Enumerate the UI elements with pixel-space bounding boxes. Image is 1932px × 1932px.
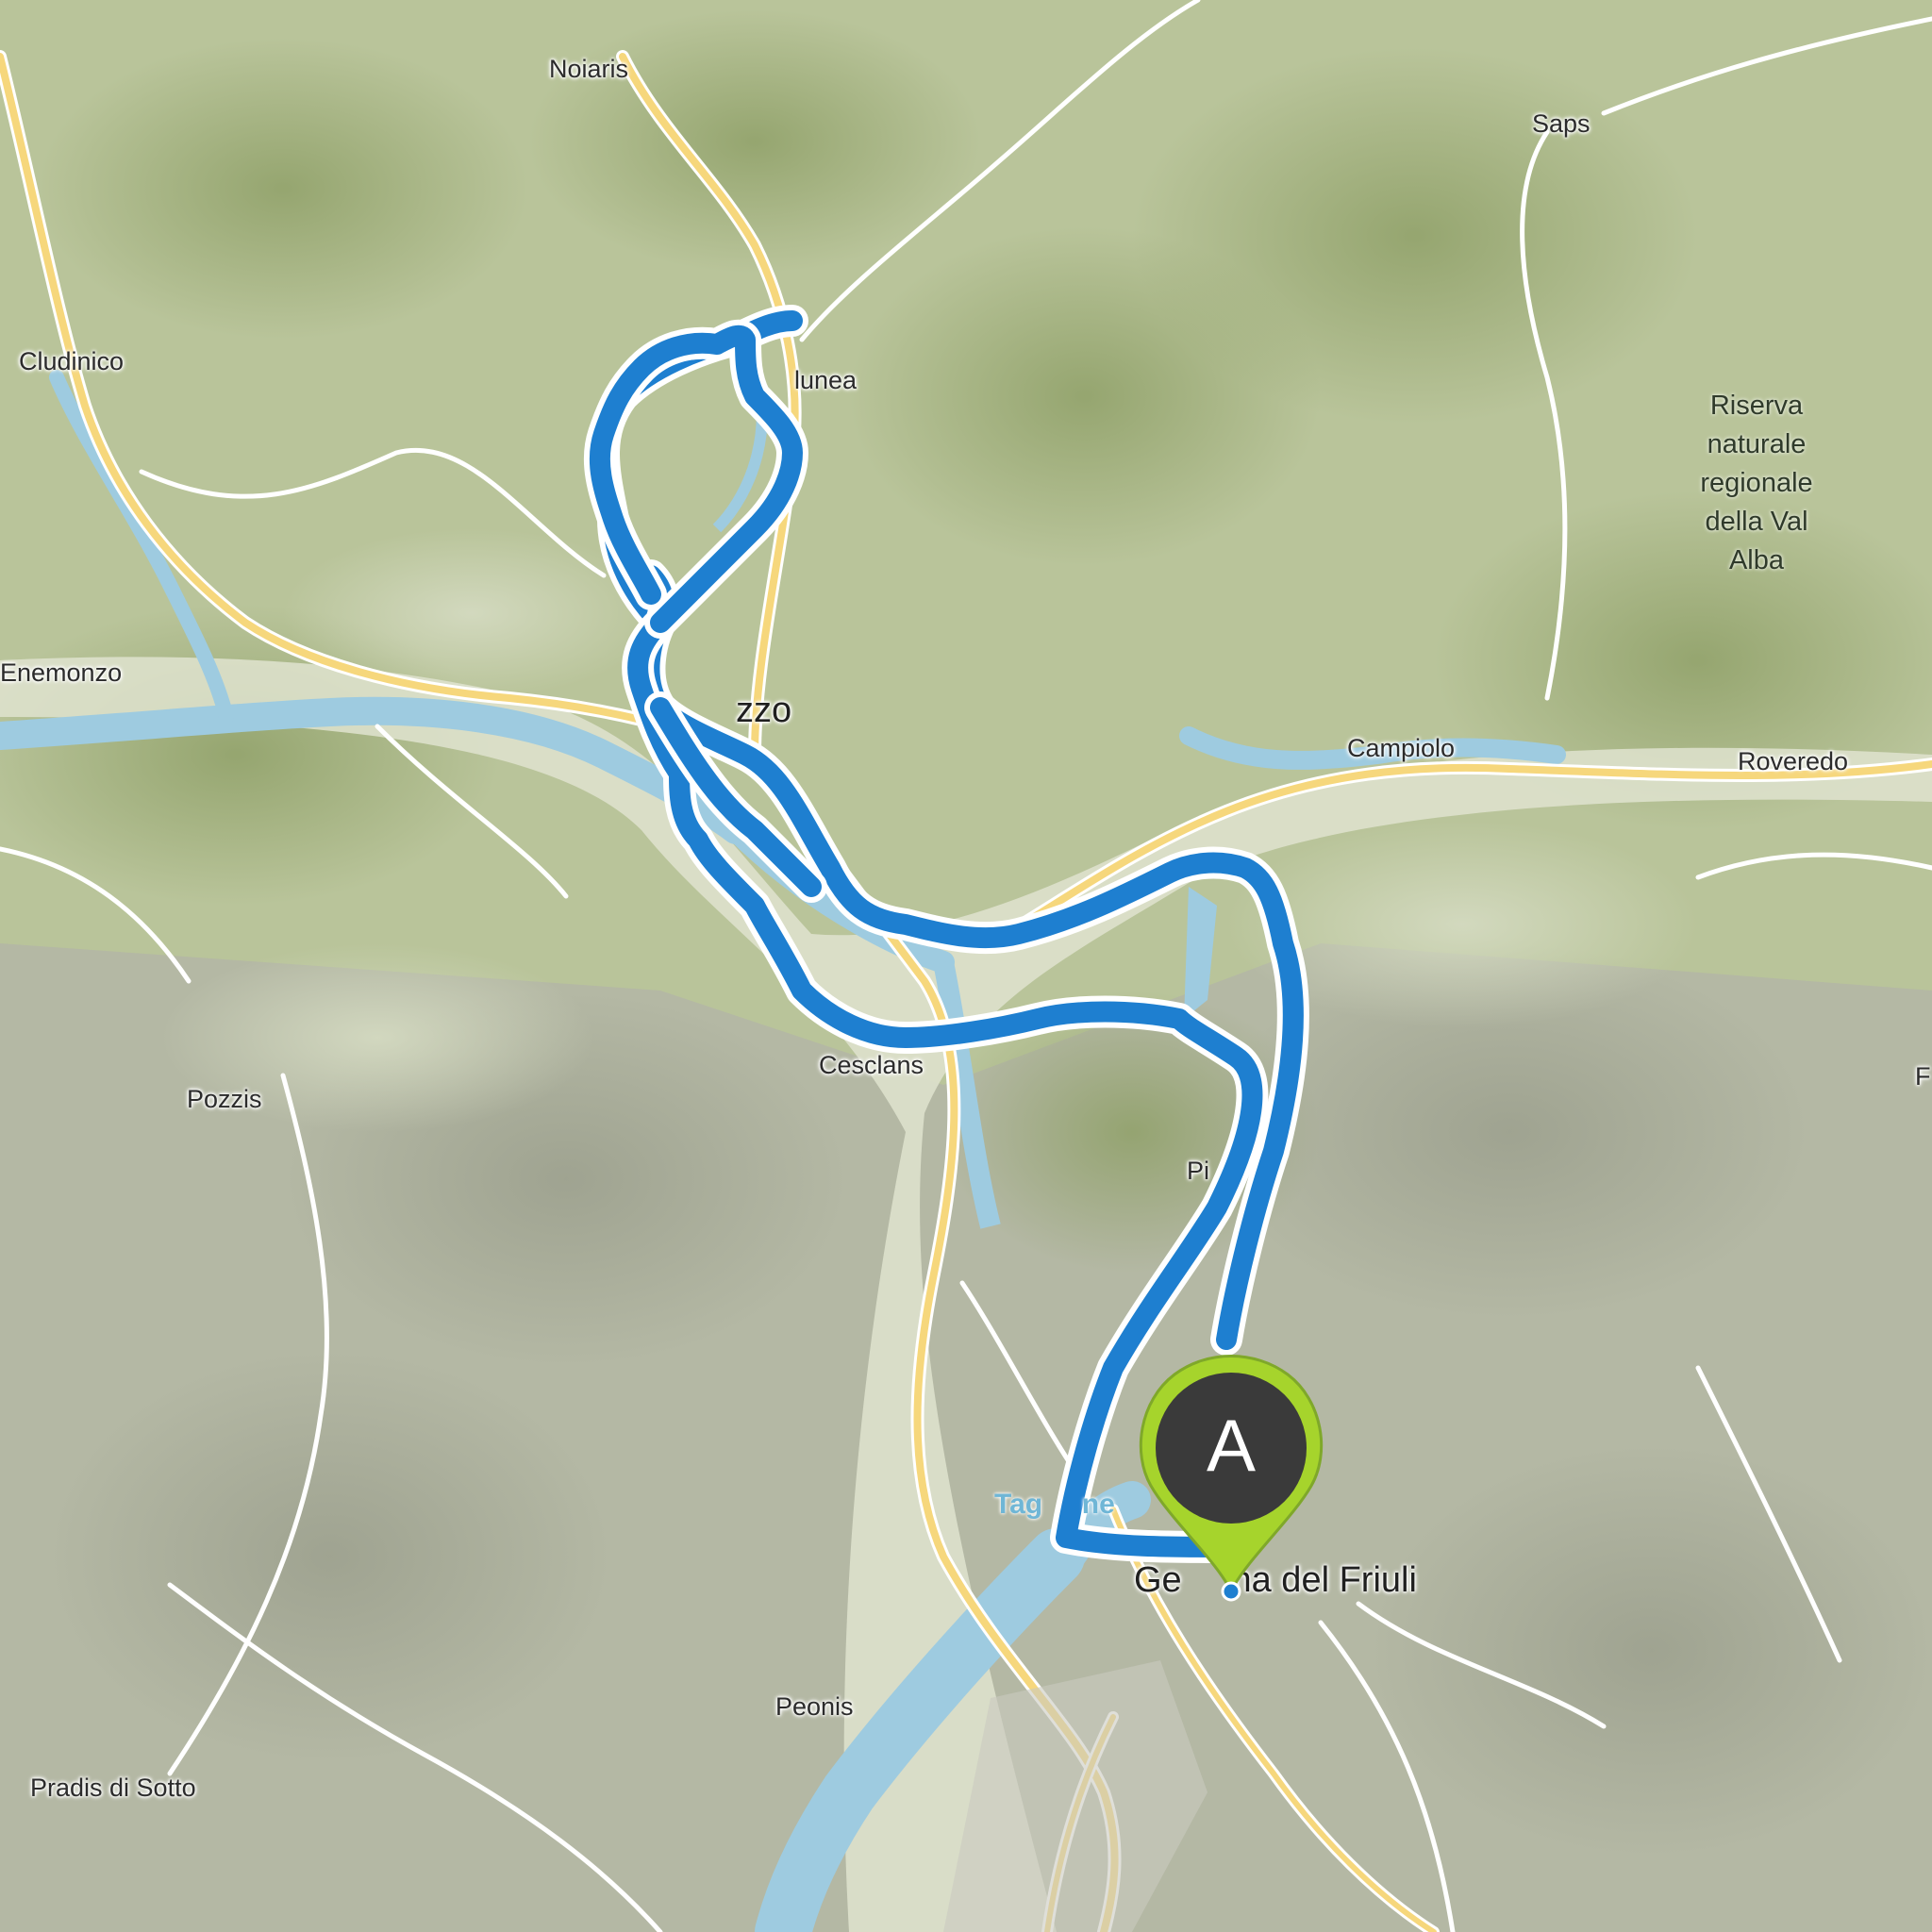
lake-label: Tag ne [994,1489,1115,1520]
reserve-label-line: della Val [1705,507,1808,537]
place-label-pradis: Pradis di Sotto [30,1774,196,1802]
place-label-cesclans: Cesclans [819,1051,924,1079]
reserve-label-line: naturale [1707,429,1807,459]
place-label-campiolo: Campiolo [1347,734,1456,762]
place-label-lunea: lunea [794,366,858,394]
place-label-roveredo: Roveredo [1738,747,1849,775]
route-layer [583,305,1309,1563]
place-label-edge: F [1915,1062,1931,1091]
map-canvas[interactable]: Noiaris Saps Cludinico lunea Enemonzo zz… [0,0,1932,1932]
place-label-cludinico: Cludinico [19,347,125,375]
place-label-peonis: Peonis [775,1692,854,1721]
reserve-label-line: Riserva [1709,391,1804,421]
place-label-pi: Pi [1187,1157,1210,1185]
reserve-label-line: Alba [1728,545,1785,575]
start-marker[interactable]: A [1123,1344,1340,1604]
place-label-pozzis: Pozzis [187,1085,262,1113]
reserve-label-line: regionale [1700,468,1813,498]
place-label-tolmezzo: zzo [736,691,792,730]
marker-letter: A [1206,1404,1257,1487]
place-label-enemonzo: Enemonzo [0,658,123,687]
place-label-noiaris: Noiaris [549,55,629,83]
place-label-saps: Saps [1532,109,1591,138]
reserve-label: Riserva naturale regionale della Val Alb… [1662,387,1851,580]
